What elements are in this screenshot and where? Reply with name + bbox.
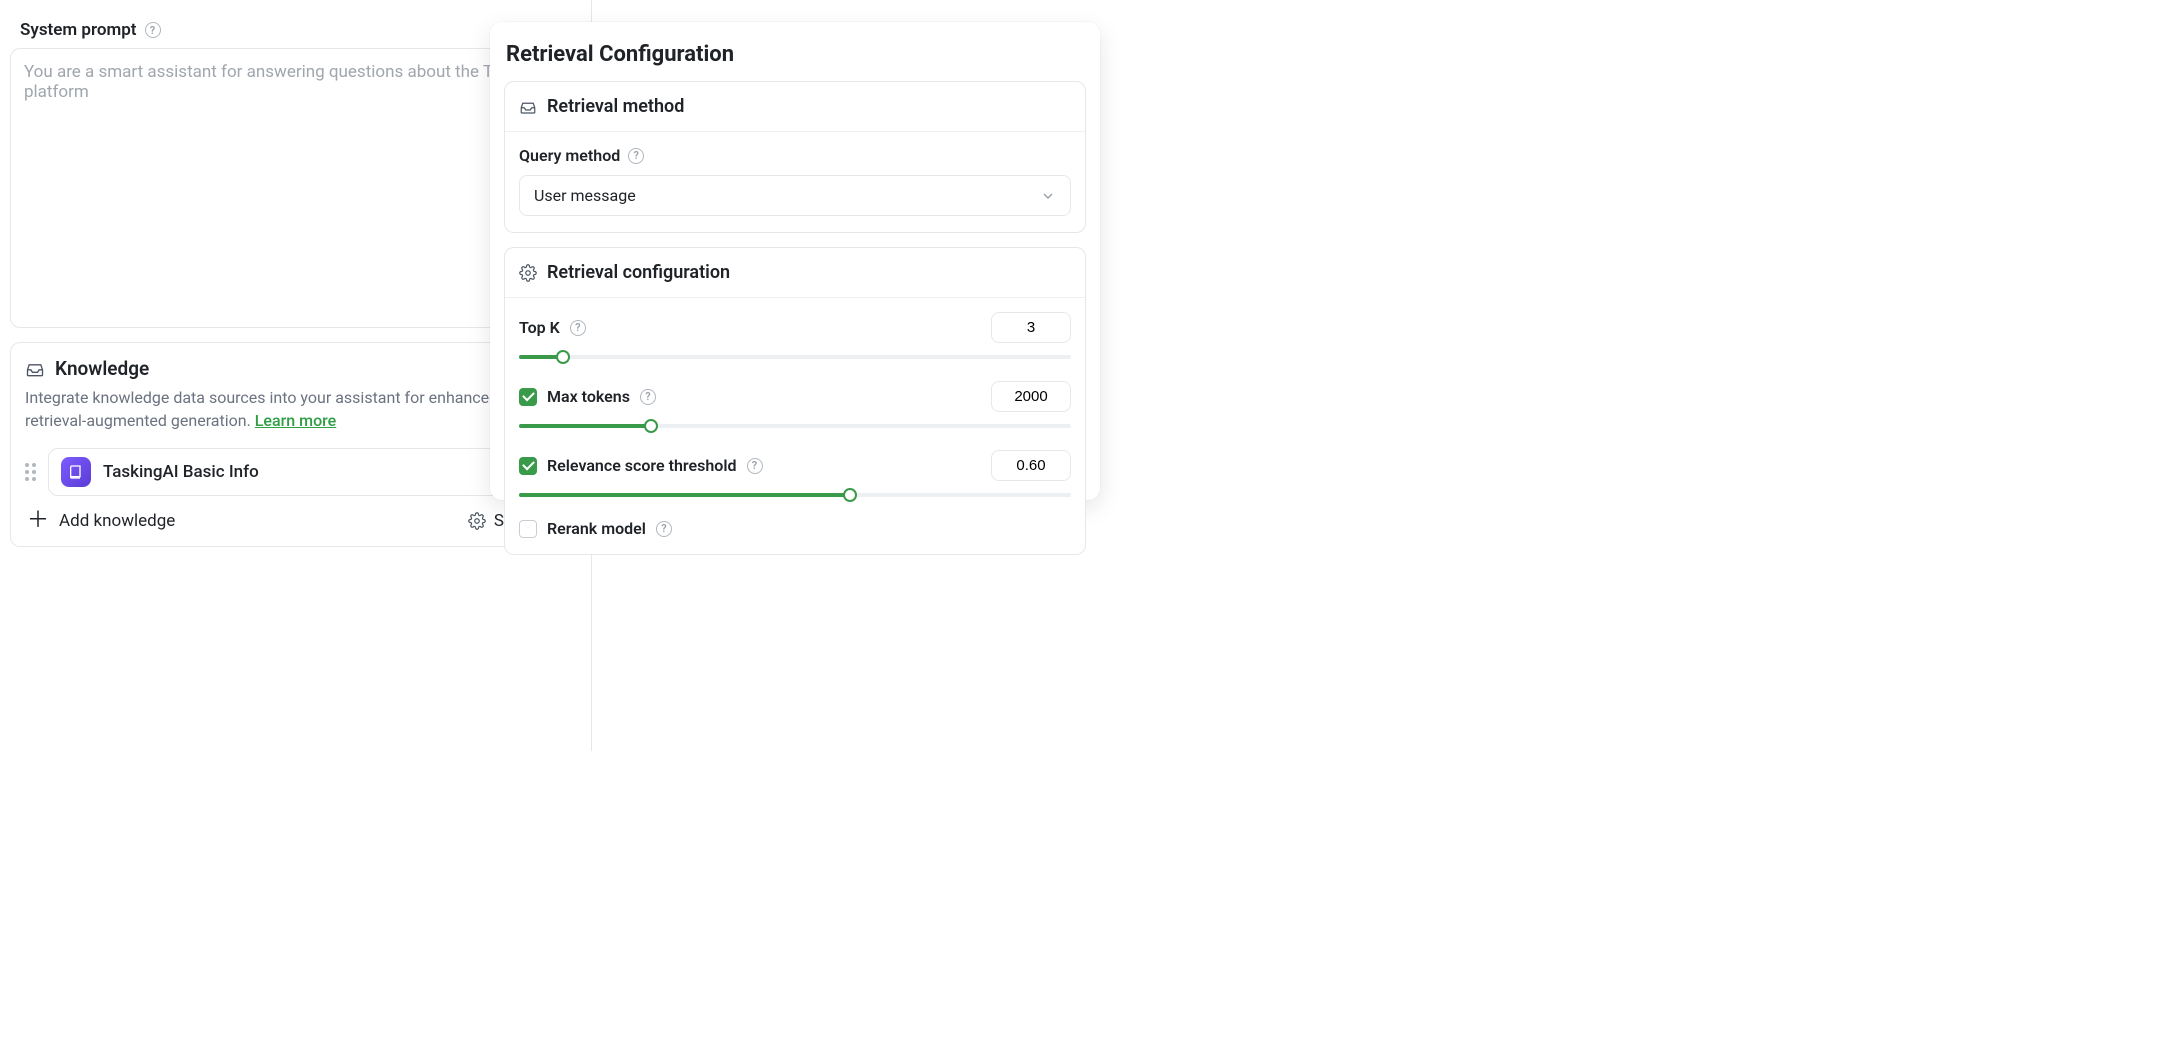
help-icon[interactable]: ? (656, 521, 672, 537)
max-tokens-label: Max tokens (547, 387, 630, 406)
relevance-label: Relevance score threshold (547, 456, 737, 475)
gear-icon (468, 512, 486, 530)
system-prompt-label: System prompt (20, 20, 137, 40)
learn-more-link[interactable]: Learn more (255, 411, 336, 430)
top-k-slider[interactable] (519, 351, 1071, 363)
panel-title: Retrieval Configuration (506, 42, 1084, 67)
book-icon (61, 457, 91, 487)
help-icon[interactable]: ? (628, 148, 644, 164)
chevron-down-icon (1040, 188, 1056, 204)
retrieval-config-card: Retrieval configuration Top K ? (504, 247, 1086, 555)
system-prompt-card (10, 48, 573, 328)
max-tokens-slider[interactable] (519, 420, 1071, 432)
max-tokens-input[interactable] (991, 381, 1071, 412)
retrieval-config-title: Retrieval configuration (547, 262, 730, 283)
max-tokens-row: Max tokens ? (519, 381, 1071, 432)
help-icon[interactable]: ? (747, 458, 763, 474)
help-icon[interactable]: ? (640, 389, 656, 405)
relevance-input[interactable] (991, 450, 1071, 481)
rerank-label: Rerank model (547, 519, 646, 538)
help-icon[interactable]: ? (570, 320, 586, 336)
max-tokens-checkbox[interactable] (519, 388, 537, 406)
rerank-row: Rerank model ? (519, 519, 1071, 538)
knowledge-item-label: TaskingAI Basic Info (103, 462, 259, 482)
relevance-row: Relevance score threshold ? (519, 450, 1071, 501)
knowledge-description: Integrate knowledge data sources into yo… (25, 386, 558, 432)
query-method-select[interactable]: User message (519, 175, 1071, 216)
add-knowledge-label: Add knowledge (59, 511, 175, 531)
drag-handle-icon[interactable] (25, 463, 36, 481)
retrieval-config-panel: Retrieval Configuration Retrieval method… (490, 22, 1100, 500)
system-prompt-input[interactable] (12, 50, 571, 322)
query-method-label: Query method (519, 146, 620, 165)
relevance-slider[interactable] (519, 489, 1071, 501)
knowledge-card: Knowledge Integrate knowledge data sourc… (10, 342, 573, 547)
help-icon[interactable]: ? (145, 22, 161, 38)
top-k-label: Top K (519, 318, 560, 337)
gear-icon (519, 264, 537, 282)
add-knowledge-button[interactable]: ＋ Add knowledge (27, 510, 175, 532)
retrieval-method-card: Retrieval method Query method ? User mes… (504, 81, 1086, 233)
plus-icon: ＋ (27, 510, 49, 532)
relevance-checkbox[interactable] (519, 457, 537, 475)
inbox-icon (519, 98, 537, 116)
retrieval-method-title: Retrieval method (547, 96, 684, 117)
query-method-value: User message (534, 186, 636, 205)
rerank-checkbox[interactable] (519, 520, 537, 538)
knowledge-title: Knowledge (55, 357, 149, 380)
top-k-input[interactable] (991, 312, 1071, 343)
top-k-row: Top K ? (519, 312, 1071, 363)
knowledge-chip[interactable]: TaskingAI Basic Info (48, 448, 558, 496)
knowledge-item-row: TaskingAI Basic Info (25, 448, 558, 496)
inbox-icon (25, 359, 45, 379)
